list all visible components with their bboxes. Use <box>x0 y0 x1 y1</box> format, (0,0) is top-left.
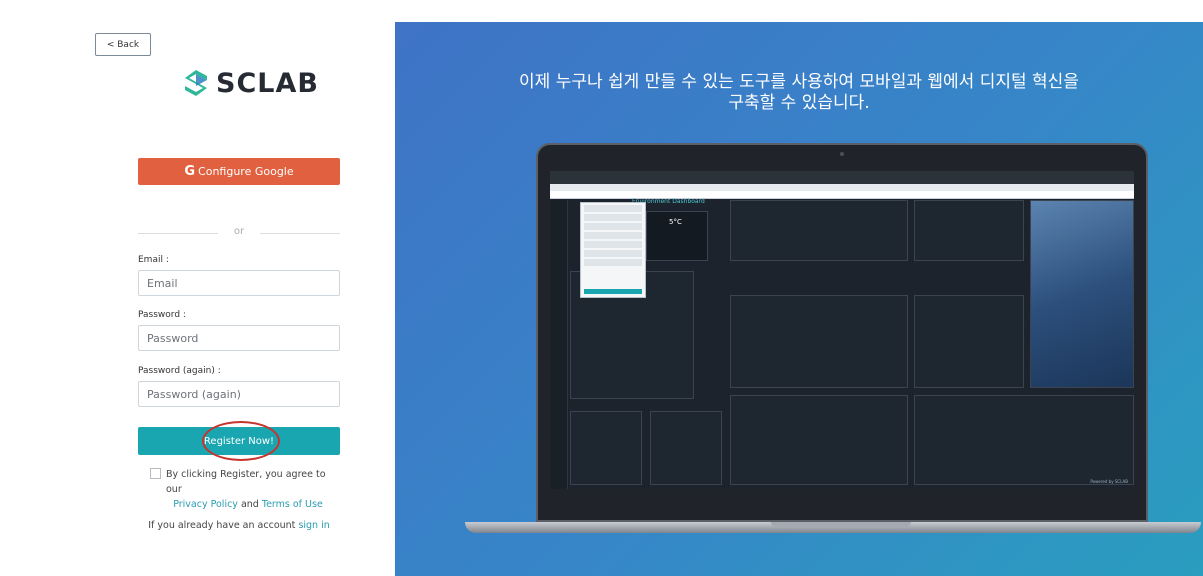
password-again-label: Password (again) : <box>138 366 221 376</box>
laptop-screen: Environment Dashboard 5°C Powered by SCL… <box>550 171 1134 489</box>
hero-title-line2: 구축할 수 있습니다. <box>728 93 870 113</box>
signin-link[interactable]: sign in <box>298 520 329 531</box>
and-label: and <box>240 499 259 510</box>
terms-agreement: By clicking Register, you agree to our P… <box>150 467 340 512</box>
laptop-notch <box>771 522 911 527</box>
divider-line-right <box>260 233 340 234</box>
browser-tabbar <box>550 171 1134 184</box>
password-label: Password : <box>138 310 186 320</box>
or-label: or <box>233 226 245 237</box>
google-icon: G <box>184 164 196 179</box>
popup-item <box>584 250 642 257</box>
password-again-field[interactable] <box>138 381 340 407</box>
signin-prefix: If you already have an account <box>148 520 296 531</box>
laptop-mockup: Environment Dashboard 5°C Powered by SCL… <box>536 143 1148 522</box>
email-field[interactable] <box>138 270 340 296</box>
agree-checkbox[interactable] <box>150 468 161 479</box>
popup-item <box>584 223 642 230</box>
dashboard-tile <box>570 411 642 485</box>
hero-title: 이제 누구나 쉽게 만들 수 있는 도구를 사용하여 모바일과 웹에서 디지털 … <box>395 72 1203 114</box>
popup-item <box>584 205 642 212</box>
popup-item <box>584 259 642 266</box>
or-divider: or <box>138 226 340 240</box>
dashboard-tile <box>730 395 908 485</box>
dashboard-tile <box>914 200 1024 261</box>
back-button[interactable]: < Back <box>95 33 151 56</box>
signin-prompt: If you already have an account sign in <box>138 520 340 531</box>
powered-by-label: Powered by SCLAB <box>1090 479 1128 484</box>
browser-addressbar <box>550 184 1134 191</box>
agree-links: Privacy Policy and Terms of Use <box>150 497 340 512</box>
widget-list-popup <box>580 202 646 298</box>
brand-name: SCLAB <box>216 67 319 99</box>
hero-title-line1: 이제 누구나 쉽게 만들 수 있는 도구를 사용하여 모바일과 웹에서 디지털 … <box>519 72 1079 92</box>
configure-google-button[interactable]: G Configure Google <box>138 158 340 185</box>
app-sidebar <box>550 200 568 489</box>
privacy-policy-link[interactable]: Privacy Policy <box>173 499 238 510</box>
laptop-camera <box>840 152 844 156</box>
temperature-value: 5°C <box>669 218 682 226</box>
dashboard-tile <box>730 295 908 388</box>
weather-widget: 5°C <box>646 211 708 261</box>
popup-apply-button <box>584 289 642 294</box>
terms-of-use-link[interactable]: Terms of Use <box>262 499 323 510</box>
google-button-label: Configure Google <box>198 165 294 178</box>
popup-item <box>584 214 642 221</box>
popup-item <box>584 241 642 248</box>
sclab-logo-icon <box>185 70 207 96</box>
register-button[interactable]: Register Now! <box>138 427 340 455</box>
dashboard-tile <box>914 395 1134 485</box>
hero-panel: 이제 누구나 쉽게 만들 수 있는 도구를 사용하여 모바일과 웹에서 디지털 … <box>395 22 1203 576</box>
dashboard-tile <box>730 200 908 261</box>
signup-page: < Back SCLAB G Configure Google or Email… <box>0 0 1203 576</box>
agree-text: By clicking Register, you agree to our <box>166 469 326 495</box>
popup-item <box>584 232 642 239</box>
brand-logo: SCLAB <box>183 66 319 100</box>
password-field[interactable] <box>138 325 340 351</box>
dashboard-tile <box>914 295 1024 388</box>
dashboard-tile <box>650 411 722 485</box>
email-label: Email : <box>138 255 169 265</box>
map-tile <box>1030 200 1134 388</box>
